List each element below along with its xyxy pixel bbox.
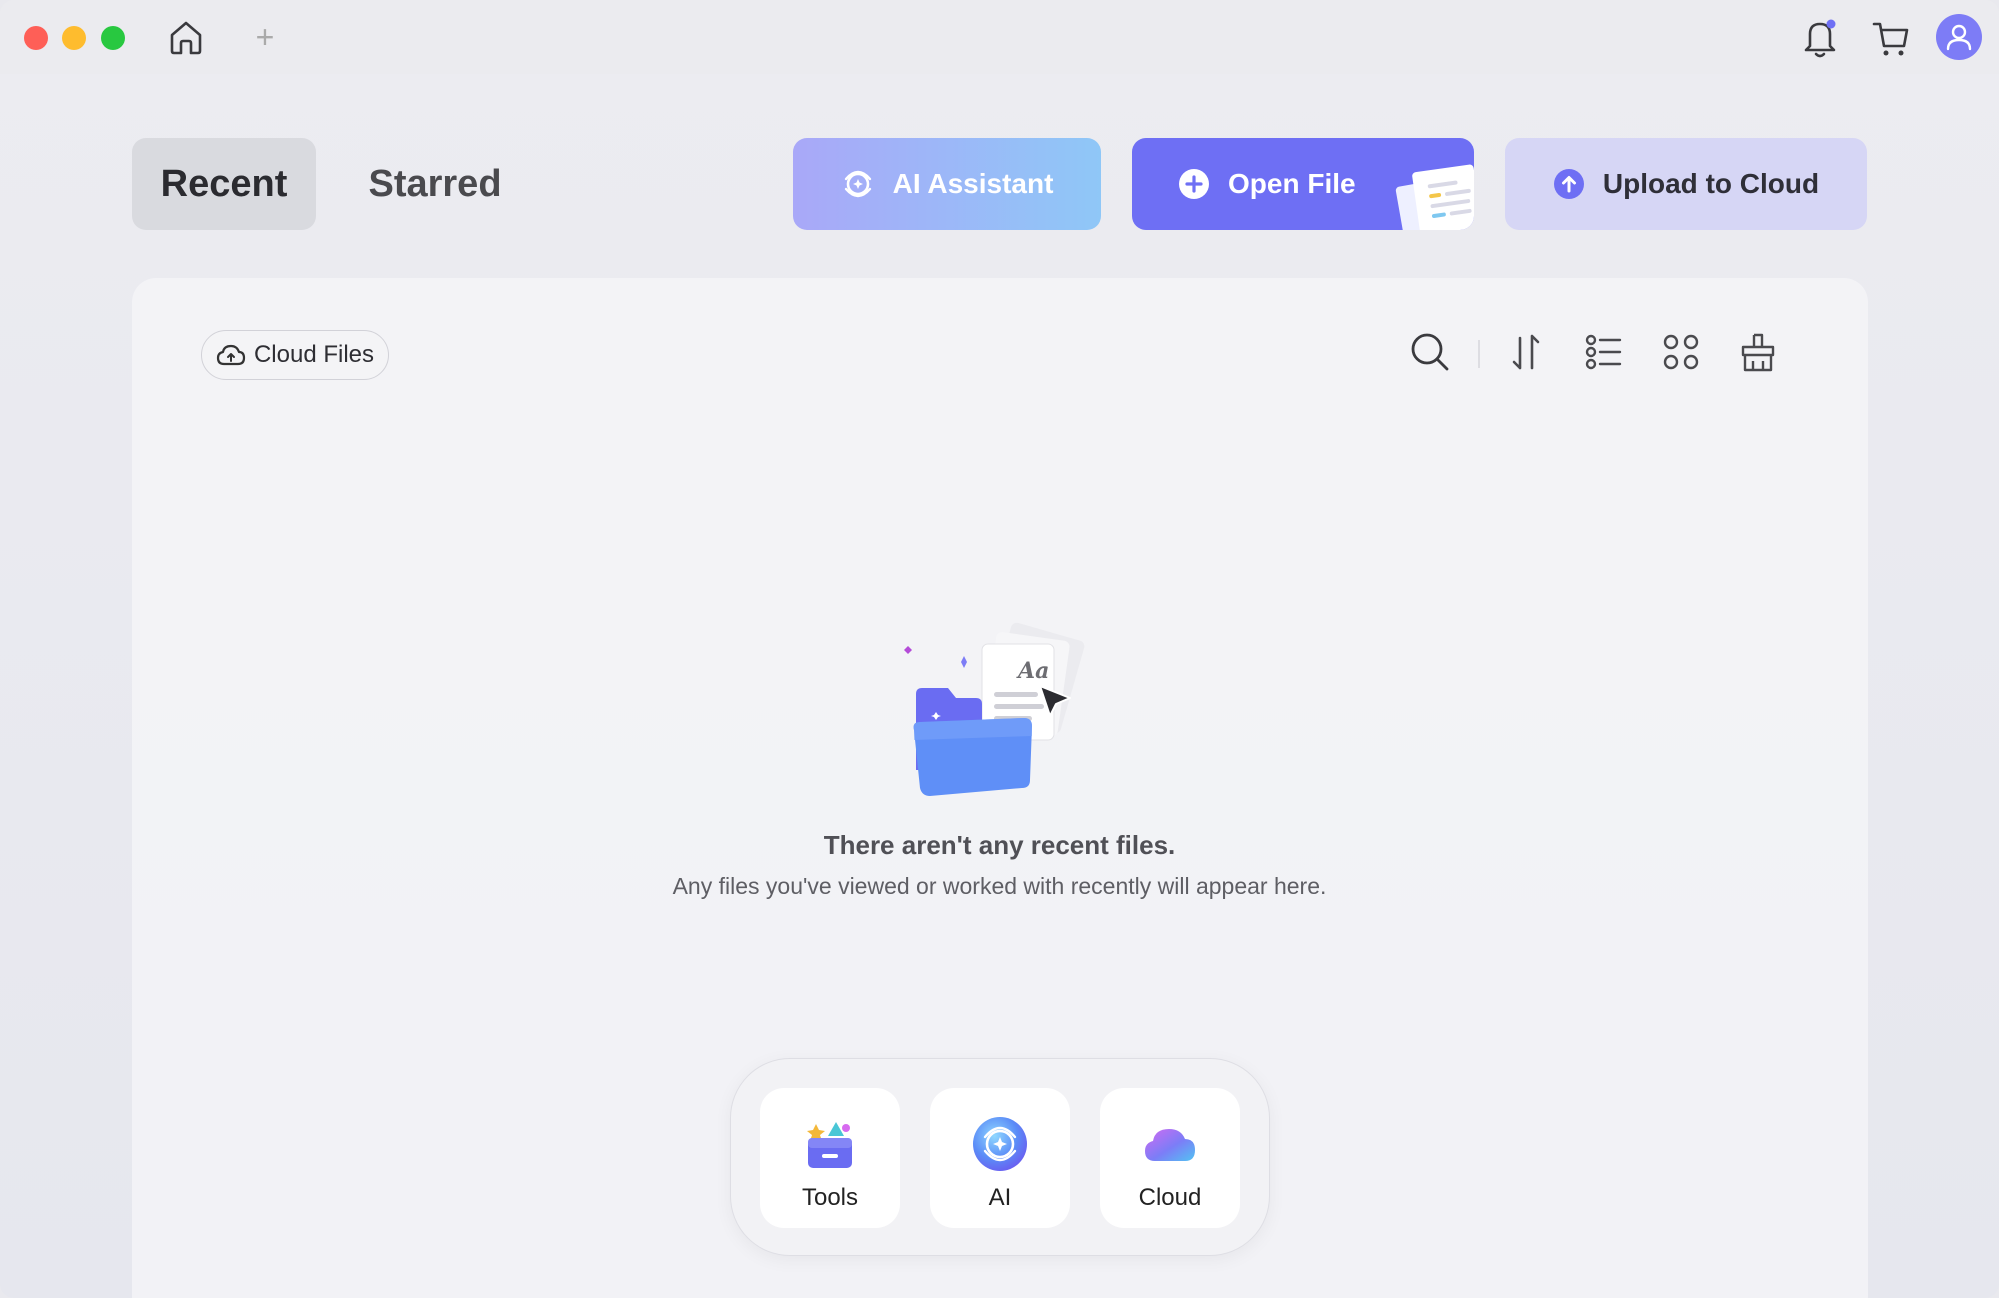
plus-circle-icon — [1178, 168, 1210, 200]
open-file-button[interactable]: Open File — [1132, 138, 1474, 230]
document-illustration-icon — [1395, 164, 1474, 230]
empty-state-title: There aren't any recent files. — [823, 830, 1176, 860]
ai-assistant-button[interactable]: AI Assistant — [793, 138, 1101, 230]
maximize-window-button[interactable] — [101, 26, 125, 50]
dock-item-cloud[interactable]: Cloud — [1100, 1088, 1240, 1228]
close-window-button[interactable] — [24, 26, 48, 50]
clean-icon — [1741, 333, 1775, 372]
open-file-label: Open File — [1228, 168, 1356, 199]
home-tab-button[interactable] — [164, 16, 208, 58]
list-view-icon — [1585, 334, 1622, 370]
title-bar: + — [0, 0, 1999, 74]
cart-icon — [1872, 22, 1909, 56]
cloud-files-filter-button[interactable]: Cloud Files — [201, 330, 389, 380]
empty-folder-illustration: Aa — [904, 622, 1085, 796]
app-window: + Recent Starred AI Assistant Open File … — [0, 0, 1999, 1298]
cloud-icon — [216, 342, 246, 368]
svg-text:Aa: Aa — [1016, 658, 1049, 684]
search-icon — [1411, 333, 1449, 371]
toolbar-divider — [1478, 340, 1480, 368]
tab-starred[interactable]: Starred — [340, 138, 530, 230]
upload-to-cloud-label: Upload to Cloud — [1602, 168, 1820, 199]
tab-recent[interactable]: Recent — [132, 138, 316, 230]
grid-view-button[interactable] — [1659, 330, 1703, 374]
empty-state-subtitle: Any files you've viewed or worked with r… — [672, 873, 1327, 899]
dock-item-ai-label: AI — [988, 1184, 1012, 1211]
ai-icon — [970, 1114, 1030, 1174]
sort-icon — [1512, 334, 1540, 370]
clean-button[interactable] — [1736, 330, 1780, 374]
sort-button[interactable] — [1504, 330, 1548, 374]
new-tab-button[interactable]: + — [250, 20, 280, 54]
ai-assistant-label: AI Assistant — [892, 168, 1054, 199]
upload-to-cloud-button[interactable]: Upload to Cloud — [1505, 138, 1867, 230]
upload-arrow-icon — [1553, 168, 1585, 200]
cloud-files-label: Cloud Files — [253, 341, 375, 368]
grid-view-icon — [1663, 334, 1699, 370]
cloud-icon — [1140, 1114, 1200, 1174]
user-avatar-button[interactable] — [1936, 14, 1982, 60]
cart-button[interactable] — [1870, 16, 1912, 60]
dock-item-tools[interactable]: Tools — [760, 1088, 900, 1228]
bell-icon — [1804, 19, 1836, 58]
dock-item-cloud-label: Cloud — [1138, 1184, 1202, 1211]
minimize-window-button[interactable] — [62, 26, 86, 50]
search-button[interactable] — [1408, 330, 1452, 374]
home-icon — [170, 21, 202, 55]
list-view-button[interactable] — [1582, 330, 1626, 374]
user-icon — [1946, 24, 1972, 51]
dock-item-ai[interactable]: AI — [930, 1088, 1070, 1228]
notifications-button[interactable] — [1800, 16, 1840, 60]
dock-item-tools-label: Tools — [801, 1184, 859, 1211]
tools-icon — [800, 1114, 860, 1174]
ai-assistant-icon — [841, 167, 875, 201]
